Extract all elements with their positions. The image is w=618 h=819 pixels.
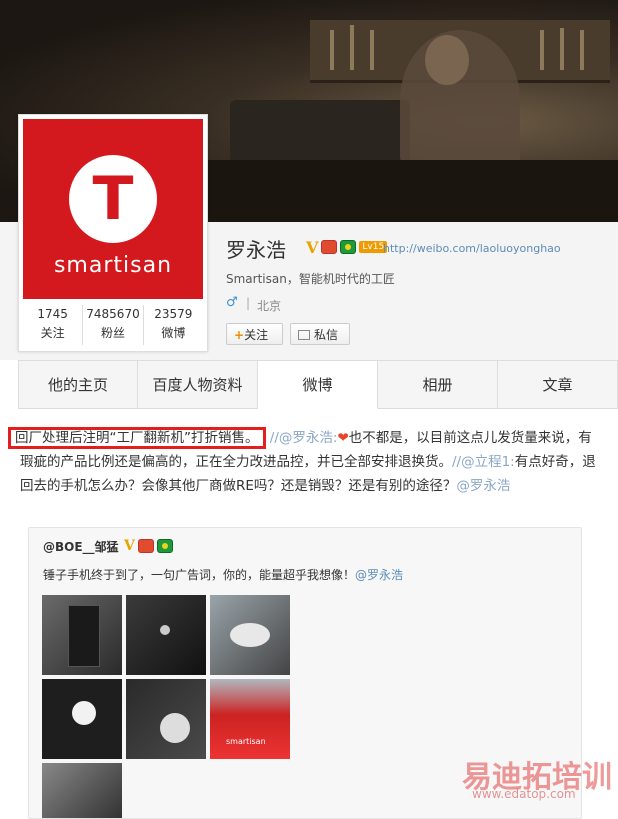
- stat-posts[interactable]: 23579 微博: [144, 305, 203, 345]
- male-icon: ♂: [226, 295, 238, 310]
- profile-url-link[interactable]: http://weibo.com/laoluoyonghao: [383, 242, 561, 255]
- stat-number: 23579: [154, 307, 193, 321]
- stat-followers[interactable]: 7485670 粉丝: [83, 305, 144, 345]
- logo-dot-shape: [160, 625, 170, 635]
- tool-shape: [560, 28, 564, 70]
- photo-thumbnail[interactable]: smartisan: [210, 679, 290, 759]
- plus-icon: +: [234, 328, 245, 342]
- craftsman-head-shape: [425, 35, 469, 85]
- avatar[interactable]: T smartisan: [23, 119, 203, 299]
- stat-label: 关注: [40, 326, 65, 340]
- heart-icon: ❤: [337, 430, 349, 446]
- box-label: smartisan: [226, 737, 266, 746]
- tab-home[interactable]: 他的主页: [18, 360, 138, 409]
- divider: |: [246, 296, 251, 310]
- badge-icon[interactable]: [321, 240, 338, 254]
- photo-thumbnail[interactable]: [210, 595, 290, 675]
- repost-text: 锤子手机终于到了，一句广告词，你的，能量超乎我想像！@罗永浩: [43, 566, 403, 583]
- tool-shape: [330, 30, 334, 70]
- message-label: 私信: [314, 328, 339, 342]
- stats-bar: 1745 关注 7485670 粉丝 23579 微博: [23, 305, 203, 345]
- stat-number: 7485670: [86, 307, 140, 321]
- mention-link[interactable]: @罗永浩: [355, 568, 403, 582]
- brazil-flag-icon[interactable]: [340, 240, 357, 254]
- avatar-card: T smartisan 1745 关注 7485670 粉丝 23579 微博: [18, 114, 208, 352]
- profile-bio: Smartisan，智能机时代的工匠: [226, 272, 395, 286]
- phone-shape: [68, 605, 100, 667]
- tool-shape: [580, 30, 584, 70]
- repost-badges: V: [124, 538, 173, 554]
- envelope-icon: [298, 330, 310, 340]
- watermark-url: www.edatop.com: [472, 787, 576, 801]
- message-button[interactable]: 私信: [290, 323, 350, 345]
- tool-shape: [370, 30, 374, 70]
- tool-shape: [540, 30, 544, 70]
- mention-link[interactable]: //@罗永浩:: [270, 430, 338, 446]
- profile-name: 罗永浩: [226, 238, 286, 262]
- badge-icon[interactable]: [137, 539, 154, 553]
- disc-shape: [160, 713, 190, 743]
- tab-weibo[interactable]: 微博: [258, 360, 378, 409]
- follow-button[interactable]: +关注: [226, 323, 283, 345]
- workbench-shape: [200, 160, 618, 222]
- logo-brand: smartisan: [53, 253, 173, 278]
- brazil-flag-icon[interactable]: [156, 539, 173, 553]
- photo-thumbnail[interactable]: [126, 595, 206, 675]
- tab-album[interactable]: 相册: [378, 360, 498, 409]
- verified-v-icon[interactable]: V: [124, 538, 135, 554]
- profile-city[interactable]: 北京: [257, 297, 281, 314]
- photo-thumbnail[interactable]: [42, 679, 122, 759]
- follow-label: 关注: [244, 328, 269, 342]
- tool-shape: [350, 25, 354, 70]
- stat-following[interactable]: 1745 关注: [23, 305, 84, 345]
- logo-letter: T: [92, 164, 134, 234]
- mention-link[interactable]: //@立程1:: [452, 454, 515, 470]
- post-text: 回厂处理后注明“工厂翻新机”打折销售。 //@罗永浩:❤也不都是，以目前这点儿发…: [8, 426, 600, 498]
- stat-label: 粉丝: [100, 326, 125, 340]
- repost-username[interactable]: @BOE__邹猛: [43, 538, 119, 555]
- verified-v-icon[interactable]: V: [306, 238, 318, 257]
- tab-articles[interactable]: 文章: [498, 360, 618, 409]
- photo-thumbnail[interactable]: [42, 595, 122, 675]
- disc-shape: [72, 701, 96, 725]
- earphones-shape: [230, 623, 270, 647]
- stat-number: 1745: [37, 307, 68, 321]
- profile-badges: V Lv15: [306, 238, 388, 257]
- highlighted-text: 回厂处理后注明“工厂翻新机”打折销售。: [8, 427, 266, 449]
- mention-link[interactable]: @罗永浩: [456, 478, 510, 494]
- tab-baidu-profile[interactable]: 百度人物资料: [138, 360, 258, 409]
- repost-text-body: 锤子手机终于到了，一句广告词，你的，能量超乎我想像！: [43, 568, 356, 582]
- photo-thumbnail[interactable]: [42, 763, 122, 818]
- profile-tabs: 他的主页 百度人物资料 微博 相册 文章: [18, 360, 618, 410]
- photo-thumbnail[interactable]: [126, 679, 206, 759]
- stat-label: 微博: [161, 326, 186, 340]
